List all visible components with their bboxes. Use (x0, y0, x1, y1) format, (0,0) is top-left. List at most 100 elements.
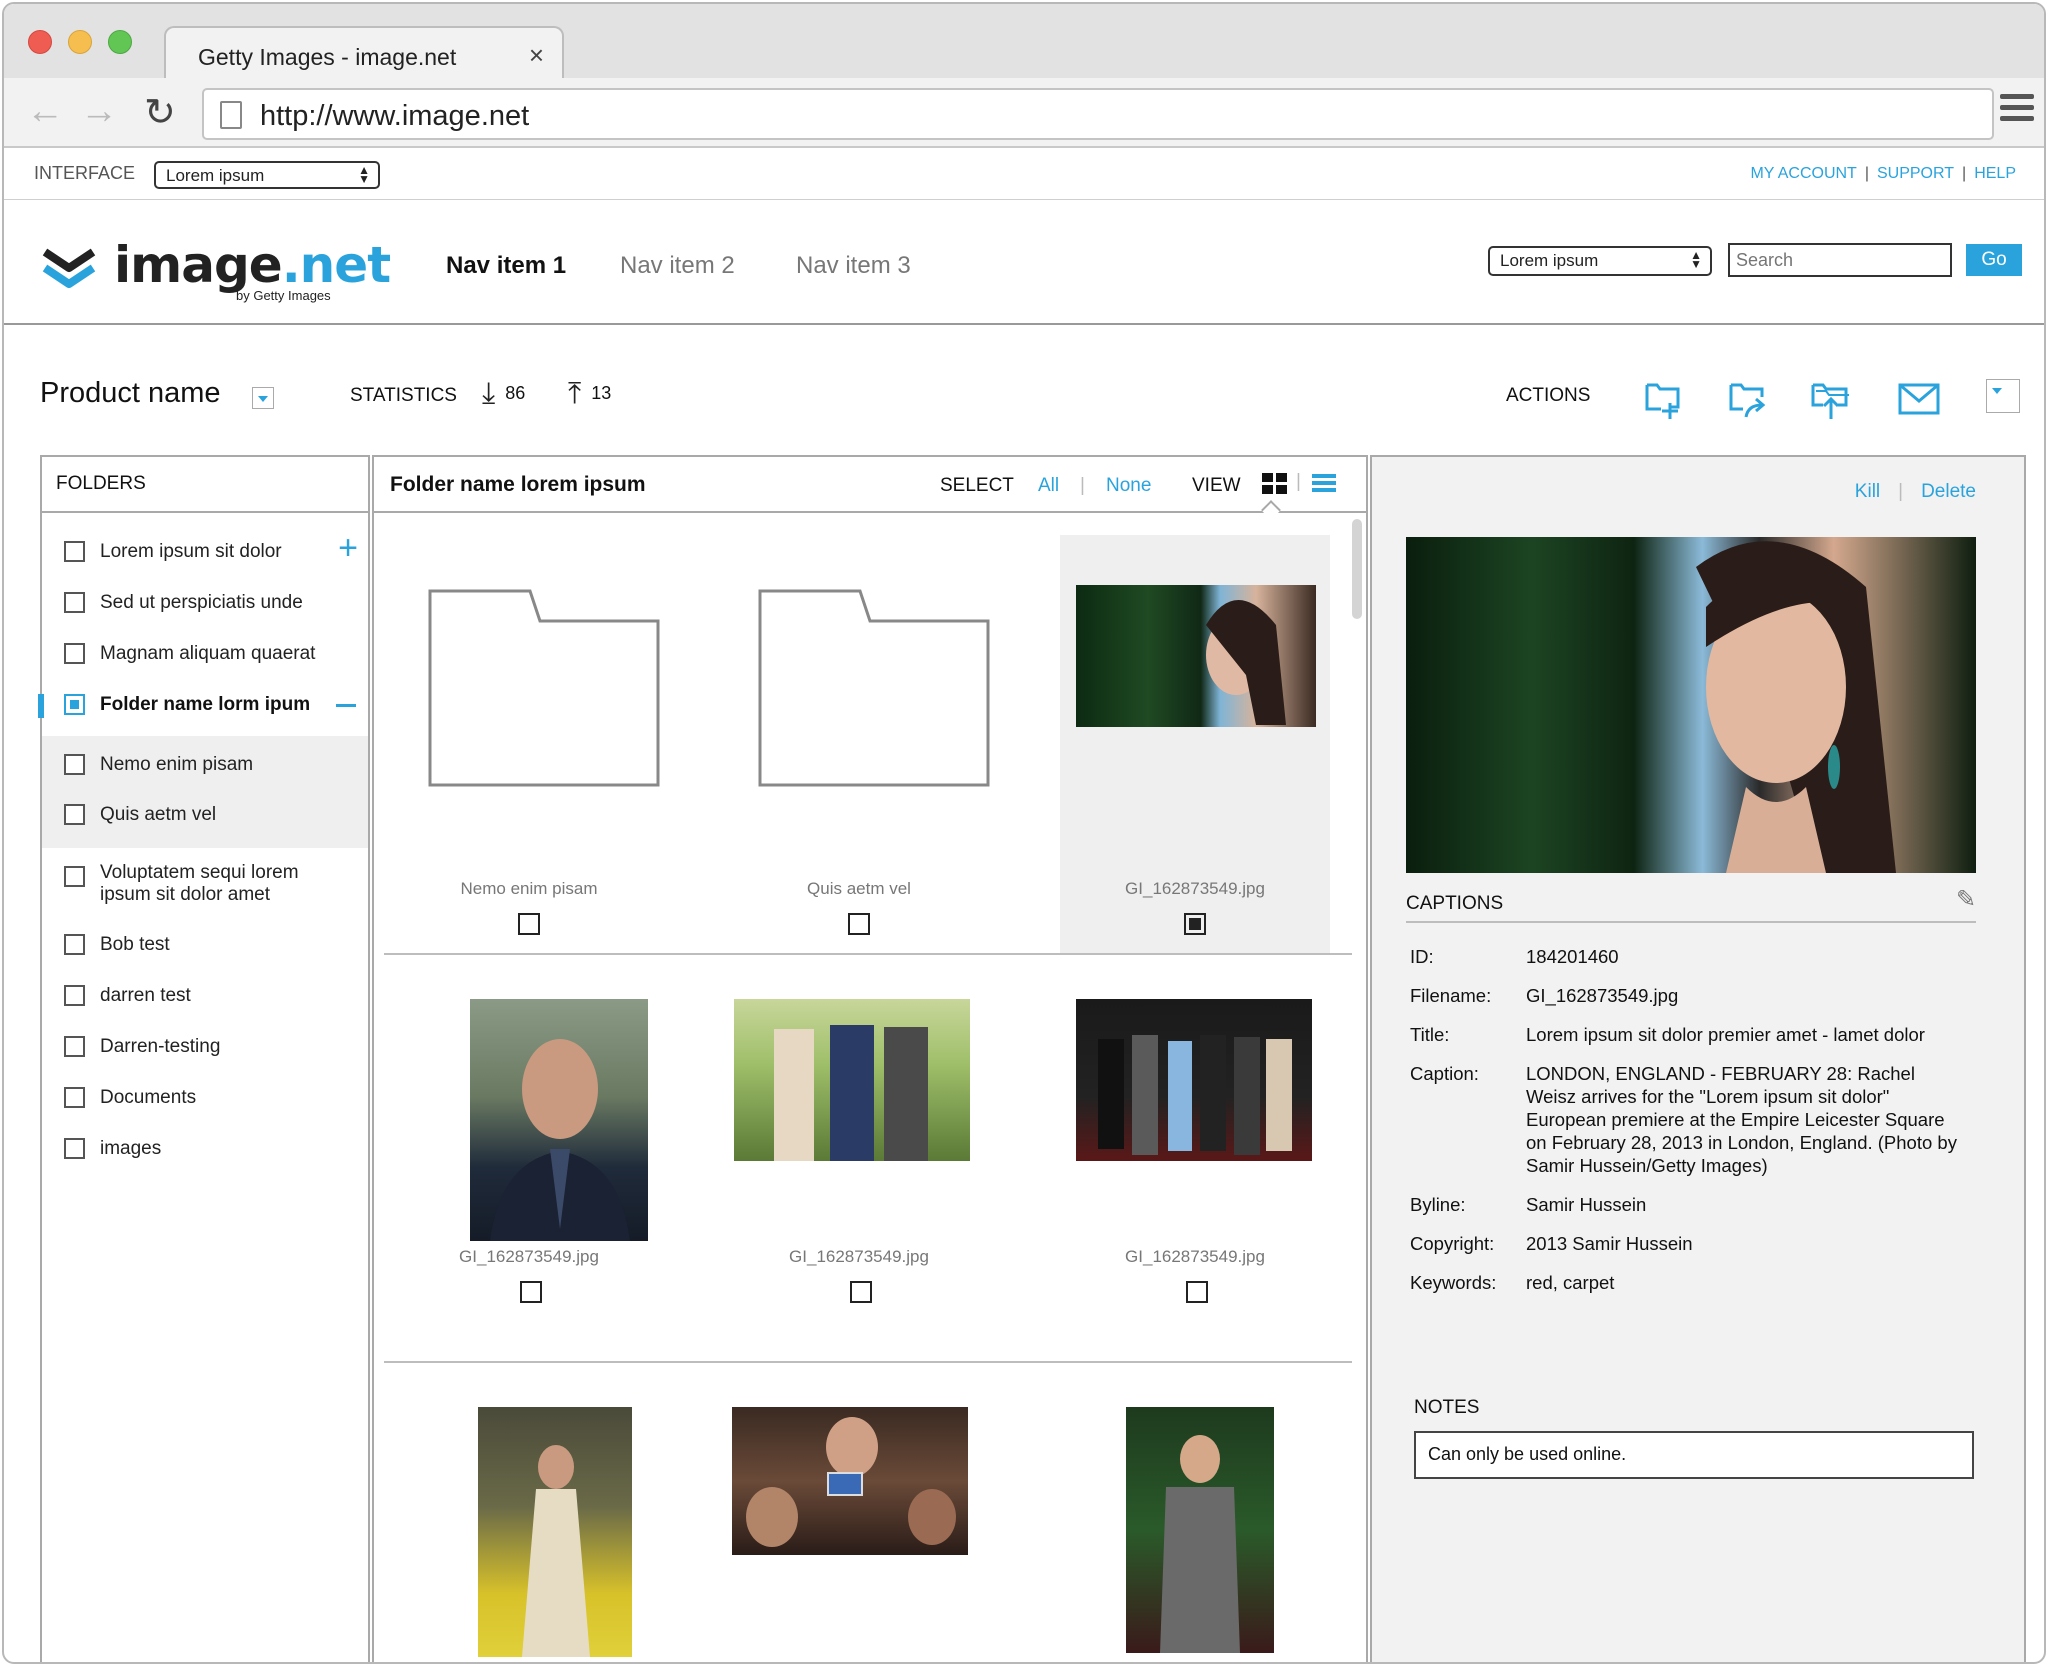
folder-checkbox[interactable] (64, 1138, 85, 1159)
my-account-link[interactable]: MY ACCOUNT (1750, 165, 1856, 182)
grid-cell-folder[interactable]: Nemo enim pisam (394, 535, 664, 955)
nav-item-1[interactable]: Nav item 1 (446, 252, 566, 280)
folder-label: Sed ut perspiciatis unde (100, 592, 303, 613)
folder-checkbox[interactable] (64, 934, 85, 955)
meta-key: Title: (1410, 1024, 1450, 1045)
meta-row-keywords: Keywords: red, carpet (1410, 1271, 1970, 1294)
kill-link[interactable]: Kill (1855, 481, 1880, 502)
folder-label: Folder name lorm ipum (100, 694, 311, 715)
cell-checkbox[interactable] (1186, 1281, 1208, 1303)
grid-cell-image-selected[interactable]: GI_162873549.jpg (1060, 535, 1330, 955)
cell-checkbox[interactable] (518, 913, 540, 935)
view-label: VIEW (1192, 475, 1241, 496)
thumbnail-image (1076, 999, 1312, 1161)
close-window-button[interactable] (28, 30, 52, 54)
grid-body: Nemo enim pisam Quis aetm vel GI_1628735… (374, 513, 1366, 1662)
folder-item[interactable]: images (42, 1124, 368, 1175)
grid-cell-folder[interactable]: Quis aetm vel (724, 535, 994, 955)
move-to-folder-icon[interactable] (1728, 377, 1768, 421)
folder-item-active[interactable]: Folder name lorm ipum (38, 680, 368, 736)
product-dropdown-icon[interactable] (252, 387, 274, 409)
grid-cell-image[interactable] (1060, 1363, 1330, 1662)
select-all-link[interactable]: All (1038, 475, 1059, 497)
folder-checkbox[interactable] (64, 1036, 85, 1057)
utility-links: MY ACCOUNT | SUPPORT | HELP (1750, 165, 2016, 182)
folder-icon (758, 589, 990, 787)
upload-to-folder-icon[interactable] (1810, 377, 1850, 421)
nav-item-2[interactable]: Nav item 2 (620, 252, 735, 280)
notes-field[interactable]: Can only be used online. (1414, 1431, 1974, 1479)
folder-label: Bob test (100, 934, 170, 955)
cell-checkbox[interactable] (850, 1281, 872, 1303)
grid-cell-image[interactable]: GI_162873549.jpg (394, 955, 664, 1355)
interface-select[interactable]: Lorem ipsum ▲ ▼ (154, 161, 380, 189)
folder-item[interactable]: Magnam aliquam quaerat (42, 629, 368, 680)
search-scope-select[interactable]: Lorem ipsum ▲ ▼ (1488, 246, 1712, 276)
meta-key: Copyright: (1410, 1233, 1495, 1254)
folder-checkbox[interactable] (64, 643, 85, 664)
grid-cell-image[interactable]: GI_162873549.jpg (1060, 955, 1330, 1355)
help-link[interactable]: HELP (1974, 165, 2016, 182)
select-arrows-icon: ▲ ▼ (1690, 248, 1702, 271)
url-text[interactable]: http://www.image.net (260, 100, 529, 133)
grid-cell-image[interactable] (724, 1363, 994, 1662)
thumbnail-image (470, 999, 648, 1241)
folder-checkbox[interactable] (64, 592, 85, 613)
folder-item[interactable]: Bob test (42, 920, 368, 971)
address-bar[interactable]: http://www.image.net (202, 88, 1994, 140)
folder-item[interactable]: Sed ut perspiciatis unde (42, 578, 368, 629)
grid-cell-image[interactable]: GI_162873549.jpg (724, 955, 994, 1355)
forward-arrow-icon[interactable]: → (80, 90, 118, 133)
grid-view-icon[interactable] (1262, 473, 1288, 495)
subfolder-item[interactable]: Nemo enim pisam (42, 736, 368, 790)
grid-cell-image[interactable] (394, 1363, 664, 1662)
actions-dropdown-icon[interactable] (1986, 379, 2020, 413)
cell-checkbox[interactable] (1184, 913, 1206, 935)
reload-icon[interactable]: ↻ (144, 90, 176, 135)
folder-checkbox[interactable] (64, 694, 85, 715)
cell-checkbox[interactable] (848, 913, 870, 935)
folder-checkbox[interactable] (64, 541, 85, 562)
folder-item[interactable]: Voluptatem sequi lorem ipsum sit dolor a… (42, 848, 368, 920)
detail-actions: Kill | Delete (1854, 481, 1976, 502)
folder-item[interactable]: Documents (42, 1073, 368, 1124)
scrollbar[interactable] (1352, 519, 1362, 619)
back-arrow-icon[interactable]: ← (26, 90, 64, 133)
cell-checkbox[interactable] (520, 1281, 542, 1303)
thumbnail-image (1076, 585, 1316, 727)
select-none-link[interactable]: None (1106, 475, 1151, 497)
logo[interactable]: image.net by Getty Images (40, 236, 391, 306)
email-icon[interactable] (1898, 377, 1940, 421)
folder-item[interactable]: darren test (42, 971, 368, 1022)
search-input[interactable] (1728, 243, 1952, 277)
folder-checkbox[interactable] (64, 804, 85, 825)
folder-checkbox[interactable] (64, 866, 85, 887)
folder-checkbox[interactable] (64, 1087, 85, 1108)
edit-pencil-icon[interactable]: ✎ (1956, 885, 1976, 914)
folder-checkbox[interactable] (64, 754, 85, 775)
folder-item[interactable]: Darren-testing (42, 1022, 368, 1073)
meta-value: LONDON, ENGLAND - FEBRUARY 28: Rachel We… (1526, 1063, 1957, 1176)
tab-close-icon[interactable]: × (529, 40, 544, 71)
folder-label: Quis aetm vel (100, 804, 217, 825)
separator: | (1296, 471, 1301, 492)
add-folder-icon[interactable]: + (338, 531, 358, 565)
maximize-window-button[interactable] (108, 30, 132, 54)
meta-row-title: Title: Lorem ipsum sit dolor premier amet… (1410, 1023, 1970, 1046)
subfolder-item[interactable]: Quis aetm vel (42, 790, 368, 848)
folder-item[interactable]: Lorem ipsum sit dolor + (42, 527, 368, 578)
list-view-icon[interactable] (1312, 474, 1336, 494)
go-button[interactable]: Go (1966, 244, 2022, 276)
add-to-folder-icon[interactable] (1644, 377, 1684, 421)
minimize-window-button[interactable] (68, 30, 92, 54)
nav-item-3[interactable]: Nav item 3 (796, 252, 911, 280)
folder-checkbox[interactable] (64, 985, 85, 1006)
menu-icon[interactable] (2000, 94, 2034, 122)
meta-value: 184201460 (1526, 946, 1619, 967)
meta-key: Filename: (1410, 985, 1492, 1006)
delete-link[interactable]: Delete (1921, 481, 1976, 502)
collapse-folder-icon[interactable] (336, 704, 356, 707)
support-link[interactable]: SUPPORT (1877, 165, 1954, 182)
meta-value: Lorem ipsum sit dolor premier amet - lam… (1526, 1024, 1925, 1045)
browser-tab[interactable]: Getty Images - image.net × (164, 26, 564, 80)
